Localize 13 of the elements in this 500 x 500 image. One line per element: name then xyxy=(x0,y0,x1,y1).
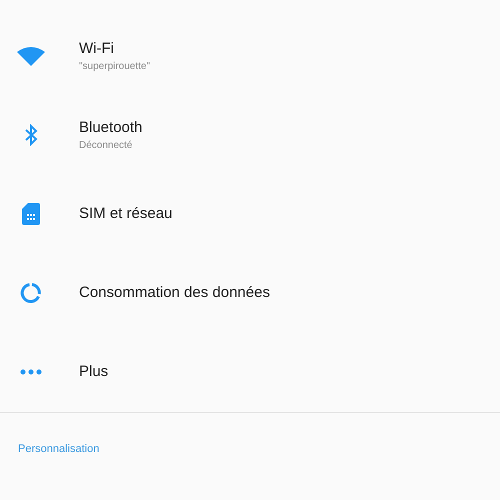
data-usage-icon xyxy=(20,282,42,304)
section-header: Personnalisation xyxy=(18,443,100,455)
setting-status: Déconnecté xyxy=(79,140,134,150)
setting-status: "superpirouette" xyxy=(79,60,150,72)
setting-title[interactable]: Wi-Fi xyxy=(79,40,150,56)
setting-title[interactable]: Plus xyxy=(79,363,108,380)
setting-title[interactable]: Consommation des données xyxy=(79,284,270,301)
setting-title[interactable]: SIM et réseau xyxy=(79,205,172,222)
more-icon xyxy=(20,368,42,374)
bluetooth-icon xyxy=(24,124,38,146)
setting-title[interactable]: Bluetooth xyxy=(79,118,142,136)
wifi-icon xyxy=(17,46,45,66)
sim-card-icon xyxy=(22,202,40,224)
